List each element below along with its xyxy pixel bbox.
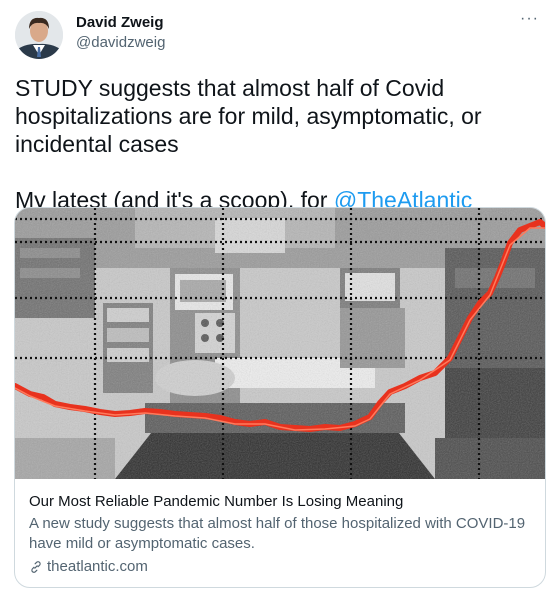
profile-photo: [15, 11, 63, 59]
author-name[interactable]: David Zweig: [76, 14, 164, 31]
author-handle[interactable]: @davidzweig: [76, 34, 165, 51]
tweet-line: STUDY suggests that almost half of Covid: [15, 75, 445, 101]
card-description: A new study suggests that almost half of…: [29, 515, 526, 552]
card-title[interactable]: Our Most Reliable Pandemic Number Is Los…: [29, 492, 531, 512]
more-options-icon[interactable]: ···: [520, 10, 539, 28]
card-domain-label: theatlantic.com: [47, 558, 148, 575]
card-domain[interactable]: theatlantic.com: [29, 557, 531, 577]
card-image[interactable]: [15, 208, 545, 479]
hospital-room-photo: [15, 208, 545, 479]
link-icon: [31, 561, 41, 573]
avatar[interactable]: [15, 11, 63, 59]
link-card[interactable]: Our Most Reliable Pandemic Number Is Los…: [14, 207, 546, 588]
tweet-line: hospitalizations are for mild, asymptoma…: [15, 103, 482, 129]
card-body: Our Most Reliable Pandemic Number Is Los…: [15, 480, 545, 587]
tweet-text: STUDY suggests that almost half of Covid…: [15, 74, 535, 214]
tweet-line: incidental cases: [15, 131, 179, 157]
